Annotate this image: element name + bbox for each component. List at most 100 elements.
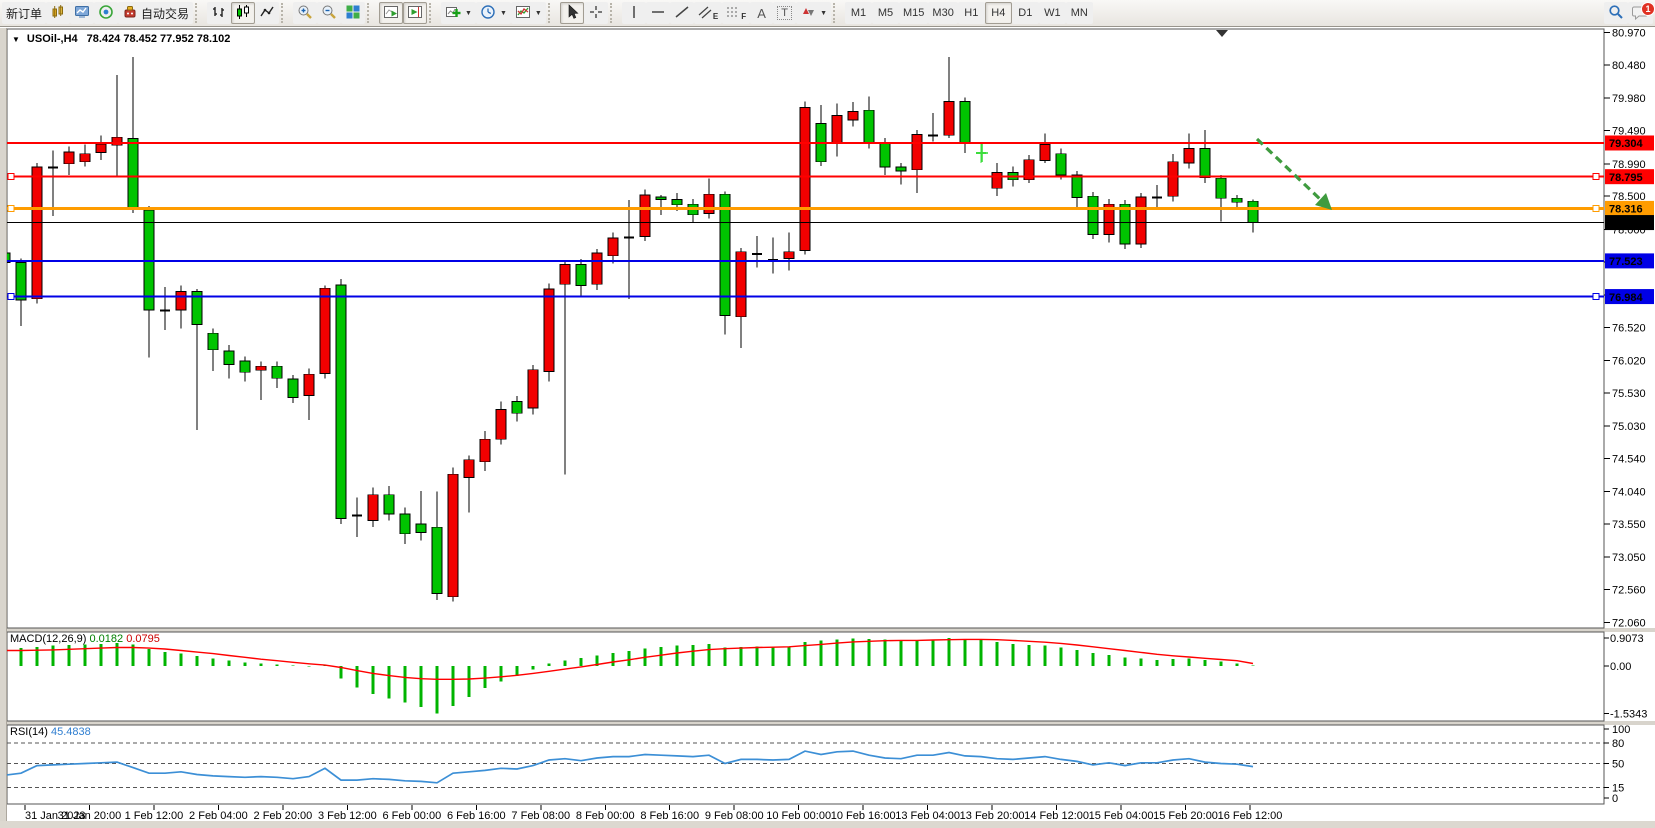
timeframe-h1-button[interactable]: H1 [958,2,985,24]
svg-text:78.990: 78.990 [1612,159,1646,171]
svg-text:75.030: 75.030 [1612,421,1646,433]
svg-text:0: 0 [1612,793,1618,805]
crosshair-tool-button[interactable] [584,2,608,24]
macd-signal-value: 0.0795 [126,633,160,645]
macd-name: MACD(12,26,9) [10,633,86,645]
vertical-line-icon [626,4,642,23]
auto-trading-label: 自动交易 [141,5,189,22]
svg-text:75.530: 75.530 [1612,388,1646,400]
svg-text:72.060: 72.060 [1612,618,1646,630]
chart-plot[interactable]: 80.97080.48079.98079.49078.99078.50078.0… [0,0,1655,828]
horizontal-line-icon [650,4,666,23]
fibonacci-tool-button[interactable]: F [722,2,750,24]
auto-scroll-button[interactable] [379,2,403,24]
crosshair-icon [588,4,604,23]
chart-ohlc-values: 78.424 78.452 77.952 78.102 [87,33,231,45]
svg-text:79.304: 79.304 [1609,138,1644,150]
timeframe-d1-button[interactable]: D1 [1012,2,1039,24]
candlestick-chart-icon [235,4,251,23]
auto-scroll-icon [383,4,399,23]
toolbar-grip [548,3,556,23]
svg-text:76.520: 76.520 [1612,322,1646,334]
market-watch-icon [98,4,114,23]
new-order-button[interactable]: 新订单 [2,2,46,24]
timeframe-m1-button[interactable]: M1 [845,2,872,24]
periods-button[interactable]: ▼ [476,2,511,24]
chart-menu-arrow-icon[interactable]: ▼ [12,35,20,44]
svg-text:78.795: 78.795 [1609,172,1643,184]
channel-letter: E [713,12,718,21]
svg-text:73.550: 73.550 [1612,519,1646,531]
search-button[interactable] [1604,2,1628,24]
zoom-in-icon [297,4,313,23]
svg-text:73.050: 73.050 [1612,552,1646,564]
auto-trading-button[interactable]: 自动交易 [118,2,193,24]
chart-shift-button[interactable] [403,2,427,24]
svg-text:74.040: 74.040 [1612,486,1646,498]
notification-count-badge: 1 [1641,2,1655,16]
rsi-indicator-label: RSI(14) 45.4838 [10,726,91,738]
zoom-in-button[interactable] [293,2,317,24]
notifications-button[interactable]: 1 [1628,2,1653,24]
templates-icon [515,4,531,23]
periods-clock-icon [480,4,496,23]
line-chart-icon [259,4,275,23]
trendline-tool-button[interactable] [670,2,694,24]
macd-indicator-label: MACD(12,26,9) 0.0182 0.0795 [10,633,160,645]
timeframe-mn-button[interactable]: MN [1066,2,1093,24]
toolbar-grip [429,3,437,23]
text-label-tool-button[interactable]: T [773,2,796,24]
market-watch-button[interactable] [94,2,118,24]
equidistant-channel-tool-button[interactable]: E [694,2,722,24]
search-icon [1608,4,1624,23]
svg-text:50: 50 [1612,759,1624,771]
svg-text:72.560: 72.560 [1612,584,1646,596]
templates-dropdown-caret[interactable]: ▼ [535,10,542,17]
timeframe-h4-button[interactable]: H4 [985,2,1012,24]
new-chart-icon [50,4,66,23]
cursor-icon [564,4,580,23]
tile-windows-button[interactable] [341,2,365,24]
arrows-icon [800,4,816,23]
zoom-out-icon [321,4,337,23]
profiles-icon [74,4,90,23]
arrows-dropdown-caret[interactable]: ▼ [820,10,827,17]
tile-windows-icon [345,4,361,23]
templates-button[interactable]: ▼ [511,2,546,24]
candlestick-chart-button[interactable] [231,2,255,24]
text-tool-button[interactable]: A [750,2,773,24]
toolbar-grip [610,3,618,23]
svg-text:79.980: 79.980 [1612,93,1646,105]
cursor-tool-button[interactable] [560,2,584,24]
timeframe-m15-button[interactable]: M15 [899,2,928,24]
horizontal-line-tool-button[interactable] [646,2,670,24]
indicators-icon [445,4,461,23]
vertical-line-tool-button[interactable] [622,2,646,24]
new-chart-button[interactable] [46,2,70,24]
bar-chart-button[interactable] [207,2,231,24]
indicators-button[interactable]: ▼ [441,2,476,24]
bar-chart-icon [211,4,227,23]
window-left-edge [0,28,7,828]
line-chart-button[interactable] [255,2,279,24]
svg-text:80: 80 [1612,738,1624,750]
svg-text:76.984: 76.984 [1609,292,1644,304]
timeframe-w1-button[interactable]: W1 [1039,2,1066,24]
svg-text:100: 100 [1612,724,1630,736]
window-bottom-edge [0,821,1655,828]
arrows-tool-button[interactable]: ▼ [796,2,831,24]
profiles-button[interactable] [70,2,94,24]
timeframe-m5-button[interactable]: M5 [872,2,899,24]
svg-text:80.480: 80.480 [1612,60,1646,72]
channel-icon [698,4,712,23]
trendline-icon [674,4,690,23]
auto-trading-icon [122,4,138,23]
timeframe-m30-button[interactable]: M30 [928,2,957,24]
toolbar-grip [833,3,841,23]
text-label-icon: T [777,6,792,20]
svg-text:78.316: 78.316 [1609,204,1643,216]
indicators-dropdown-caret[interactable]: ▼ [465,10,472,17]
zoom-out-button[interactable] [317,2,341,24]
rsi-name: RSI(14) [10,726,48,738]
periods-dropdown-caret[interactable]: ▼ [500,10,507,17]
